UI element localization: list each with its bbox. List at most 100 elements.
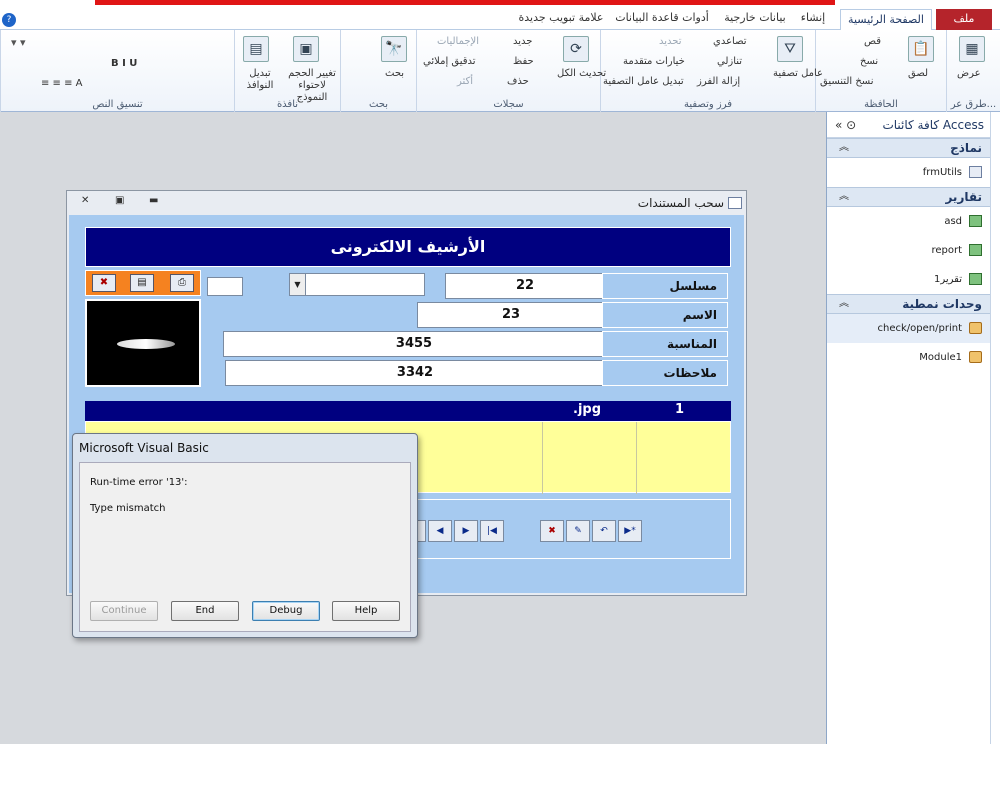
continue-button[interactable]: Continue	[90, 601, 158, 621]
close-icon[interactable]: ✕	[81, 195, 89, 206]
restore-icon[interactable]: ▣	[115, 195, 124, 206]
nav-item-report[interactable]: report	[827, 236, 990, 265]
form-header: الأرشيف الالكترونى	[85, 227, 731, 267]
paste-button[interactable]: لصق	[908, 68, 928, 79]
grid-divider	[542, 422, 543, 494]
sort-descending-button[interactable]: تنازلي	[717, 56, 742, 67]
paste-icon[interactable]: 📋	[908, 36, 934, 62]
group-window: ▣ ▤ تغيير الحجم لاحتواء النموذج تبديل ال…	[234, 30, 340, 112]
nav-section-modules[interactable]: ︽ وحدات نمطية	[827, 294, 990, 314]
group-views-label: طرق عر...	[950, 99, 997, 110]
selection-button[interactable]: تحديد	[659, 36, 682, 47]
nav-pane-title[interactable]: « ⊙ كافة كائنات Access	[827, 112, 990, 138]
save-record-button[interactable]: حفظ	[513, 56, 534, 67]
nav-item-frmutils[interactable]: frmUtils	[827, 158, 990, 187]
copy-button[interactable]: نسخ	[860, 56, 878, 67]
find-button[interactable]: بحث	[385, 68, 404, 79]
form-title: سحب المستندات	[637, 196, 724, 210]
report-icon	[969, 244, 982, 256]
notes-icon[interactable]: ▤	[130, 274, 154, 292]
small-input[interactable]	[207, 277, 243, 296]
tab-new-tab[interactable]: علامة تبويب جديدة	[516, 8, 606, 30]
save-record-icon[interactable]: ✎	[566, 520, 590, 542]
group-records: ⟳ تحديث الكل جديد حفظ حذف الإجماليات تدق…	[416, 30, 606, 112]
delete-icon[interactable]: ✖	[92, 274, 116, 292]
debug-button[interactable]: Debug	[252, 601, 320, 621]
record-navigation: 🔭 ▶| ◀ ▶ |◀ ✖ ✎ ↶ ▶*	[365, 499, 731, 559]
error-code: Run-time error '13':	[90, 477, 188, 488]
switch-windows-button[interactable]: تبديل النوافذ	[237, 68, 283, 92]
name-label: الاسم	[602, 302, 728, 328]
serial-field[interactable]: 22	[445, 273, 605, 299]
binoculars-icon[interactable]: 🔭	[381, 36, 407, 62]
end-button[interactable]: End	[171, 601, 239, 621]
filter-icon[interactable]: ⛛	[777, 36, 803, 62]
bold-button[interactable]: B I U	[111, 58, 137, 69]
subform-ext: .jpg	[573, 402, 602, 417]
next-record-icon[interactable]: ◀	[428, 520, 452, 542]
report-icon	[969, 273, 982, 285]
nav-item-asd[interactable]: asd	[827, 207, 990, 236]
remove-sort-button[interactable]: إزالة الفرز	[697, 76, 740, 87]
search-combo[interactable]: ▼	[289, 273, 425, 296]
filter-button[interactable]: عامل تصفية	[773, 68, 823, 79]
navigation-pane: « ⊙ كافة كائنات Access ︽ نماذج frmUtils ︽…	[826, 112, 990, 744]
minimize-icon[interactable]: ▬	[149, 195, 158, 206]
font-dropdown[interactable]: ▾ ▾	[11, 36, 26, 49]
first-record-icon[interactable]: |◀	[480, 520, 504, 542]
record-toolbox: ✖ ▤ ⎙	[85, 270, 201, 296]
group-find-label: بحث	[368, 99, 389, 110]
delete-record-icon[interactable]: ✖	[540, 520, 564, 542]
chevron-down-icon[interactable]: ▼	[290, 274, 306, 295]
advanced-filter-button[interactable]: خيارات متقدمة	[623, 56, 685, 67]
print-icon[interactable]: ⎙	[170, 274, 194, 292]
new-record-button[interactable]: جديد	[513, 36, 532, 47]
notes-field[interactable]: 3342	[225, 360, 605, 386]
nav-section-reports[interactable]: ︽ تقارير	[827, 187, 990, 207]
cut-button[interactable]: قص	[864, 36, 881, 47]
size-to-fit-icon[interactable]: ▣	[293, 36, 319, 62]
nav-item-module1[interactable]: Module1	[827, 343, 990, 372]
name-field[interactable]: 23	[417, 302, 605, 328]
nav-item-label: frmUtils	[922, 167, 962, 178]
view-button[interactable]: عرض	[957, 68, 981, 79]
new-record-icon[interactable]: ▶*	[618, 520, 642, 542]
group-text-format-label: تنسيق النص	[92, 99, 143, 110]
help-icon[interactable]: ?	[2, 13, 16, 27]
sort-ascending-button[interactable]: تصاعدي	[713, 36, 747, 47]
totals-button[interactable]: الإجماليات	[437, 36, 479, 47]
previous-record-icon[interactable]: ▶	[454, 520, 478, 542]
refresh-all-button[interactable]: تحديث الكل	[557, 68, 606, 79]
undo-icon[interactable]: ↶	[592, 520, 616, 542]
help-button[interactable]: Help	[332, 601, 400, 621]
chevron-up-icon: ︽	[839, 191, 849, 202]
nav-item-label: asd	[944, 216, 962, 227]
tab-home[interactable]: الصفحة الرئيسية	[840, 9, 932, 31]
tab-create[interactable]: إنشاء	[793, 8, 833, 30]
nav-pane-title-text: كافة كائنات Access	[882, 118, 984, 132]
view-icon[interactable]: ▦	[959, 36, 985, 62]
nav-item-label: Module1	[919, 352, 962, 363]
alignment-buttons[interactable]: ≡ ≡ ≡ A	[41, 78, 83, 89]
form-title-bar: ✕ ▣ ▬ سحب المستندات	[67, 191, 746, 215]
tab-file[interactable]: ملف	[936, 9, 992, 30]
occasion-field[interactable]: 3455	[223, 331, 605, 357]
subform-header: 1 .jpg	[85, 401, 731, 421]
nav-section-forms[interactable]: ︽ نماذج	[827, 138, 990, 158]
more-button[interactable]: أكثر	[457, 76, 473, 87]
switch-windows-icon[interactable]: ▤	[243, 36, 269, 62]
delete-record-button[interactable]: حذف	[507, 76, 529, 87]
format-painter-button[interactable]: نسخ التنسيق	[820, 76, 873, 87]
spelling-button[interactable]: تدقيق إملائي	[423, 56, 476, 67]
right-scrollbar[interactable]	[990, 112, 1000, 744]
refresh-all-icon[interactable]: ⟳	[563, 36, 589, 62]
nav-item-report1[interactable]: تقرير1	[827, 265, 990, 294]
module-icon	[969, 351, 982, 363]
tab-external-data[interactable]: بيانات خارجية	[720, 8, 790, 30]
form-icon	[728, 197, 742, 209]
nav-collapse-icon[interactable]: « ⊙	[827, 112, 856, 138]
toggle-filter-button[interactable]: تبديل عامل التصفية	[603, 76, 684, 87]
tab-database-tools[interactable]: أدوات قاعدة البيانات	[614, 8, 710, 30]
nav-section-label: وحدات نمطية	[902, 297, 982, 311]
nav-item-check-open-print[interactable]: check/open/print	[827, 314, 990, 343]
